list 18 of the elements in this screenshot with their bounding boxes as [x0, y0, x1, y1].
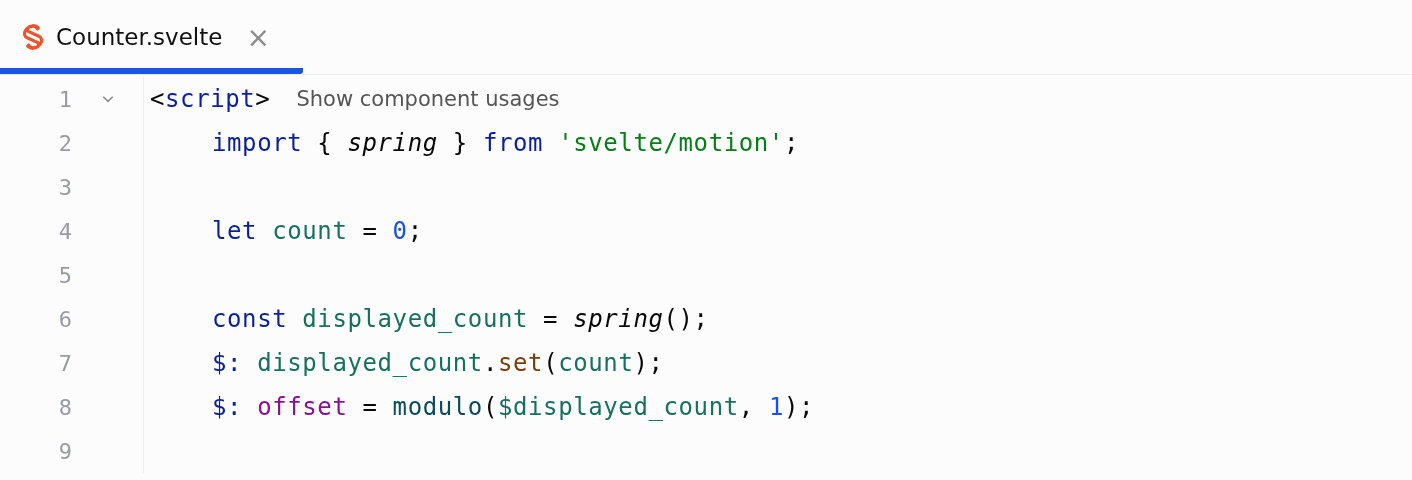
- line-number: 1: [57, 86, 72, 112]
- line-number: 7: [57, 350, 72, 376]
- line-number: 2: [57, 130, 72, 156]
- code-line: let count = 0;: [212, 217, 423, 245]
- line-number: 5: [57, 262, 72, 288]
- code-line: $: offset = modulo($displayed_count, 1);: [212, 393, 815, 421]
- code-line: import { spring } from 'svelte/motion';: [212, 129, 799, 157]
- editor-tab[interactable]: Counter.svelte ×: [0, 0, 303, 74]
- line-number: 9: [57, 438, 72, 464]
- code-line: <script>: [150, 85, 271, 113]
- line-number: 8: [57, 394, 72, 420]
- code-line: const displayed_count = spring();: [212, 305, 709, 333]
- line-number: 3: [57, 174, 72, 200]
- inlay-hint[interactable]: Show component usages: [296, 87, 560, 111]
- line-number: 6: [57, 306, 72, 332]
- svelte-logo-icon: [20, 22, 46, 52]
- line-number: 4: [57, 218, 72, 244]
- code-line: $: displayed_count.set(count);: [212, 349, 664, 377]
